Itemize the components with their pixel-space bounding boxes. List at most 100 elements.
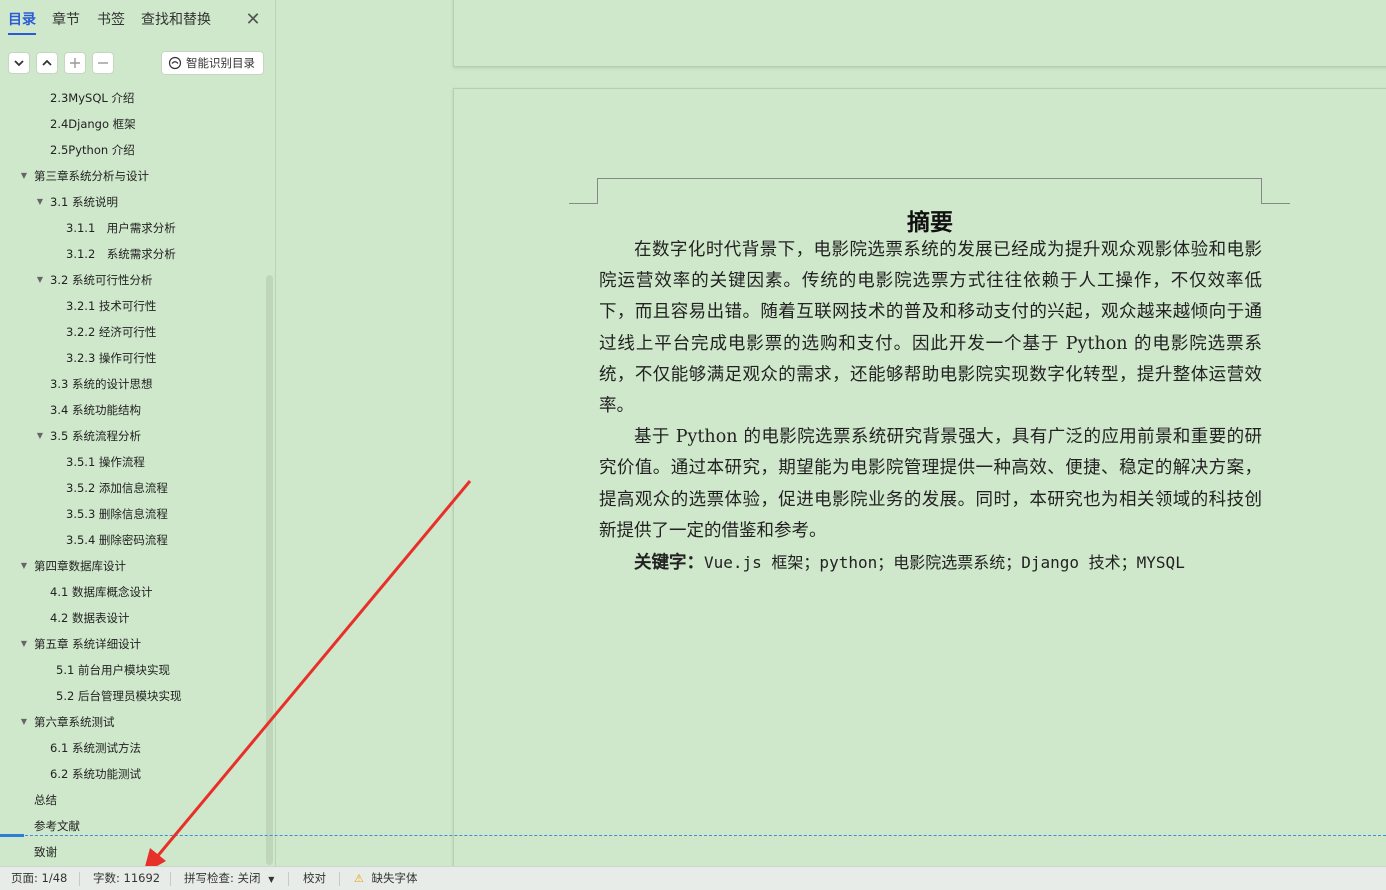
expand-arrow-icon[interactable]: ▼ [18,631,30,657]
expand-arrow-icon[interactable]: ▼ [18,709,30,735]
toc-item[interactable]: 3.5.4 删除密码流程 [0,527,266,553]
page-indicator[interactable]: 页面: 1/48 [11,867,67,890]
toc-scrollbar[interactable] [266,275,273,865]
toc-item-label: 总结 [34,793,57,807]
toc-item[interactable]: 3.2.2 经济可行性 [0,319,266,345]
toc-item-label: 3.5.1 操作流程 [66,455,145,469]
toc-item-label: 2.4Django 框架 [50,117,136,131]
toc-item[interactable]: ▼ 第四章数据库设计 [0,553,266,579]
expand-arrow-icon[interactable]: ▼ [18,553,30,579]
toc-item-label: 3.2 系统可行性分析 [50,273,153,287]
toc-item[interactable]: 2.4Django 框架 [0,111,266,137]
toc-item[interactable]: 4.1 数据库概念设计 [0,579,266,605]
nav-tabs: 目录 章节 书签 查找和替换 ✕ [0,0,276,42]
warning-icon: ⚠ [354,872,364,885]
smart-recognize-icon [168,56,182,70]
document-body[interactable]: 在数字化时代背景下，电影院选票系统的发展已经成为提升观众观影体验和电影院运营效率… [599,235,1262,579]
toc-item-label: 3.4 系统功能结构 [50,403,141,417]
toc-item-label: 3.2.1 技术可行性 [66,299,157,313]
toc-item-label: 第六章系统测试 [34,715,115,729]
expand-all-button[interactable] [8,52,30,74]
status-separator [288,872,289,886]
toc-item[interactable]: 3.1.1 用户需求分析 [0,215,266,241]
toc-item-label: 3.5.3 删除信息流程 [66,507,168,521]
smart-toc-button[interactable]: 智能识别目录 [161,51,264,75]
toc-item[interactable]: ▼ 3.1 系统说明 [0,189,266,215]
page-boundary-line [0,835,1386,836]
proofread-button[interactable]: 校对 [303,867,326,890]
missing-font-button[interactable]: ⚠ 缺失字体 [354,867,418,890]
page-corner-left [597,178,598,204]
abstract-title: 摘要 [907,210,953,236]
toc-item[interactable]: 2.3MySQL 介绍 [0,85,266,111]
toc-item[interactable]: 3.2.3 操作可行性 [0,345,266,371]
chevron-down-icon [14,60,24,67]
toc-item[interactable]: 总结 [0,787,266,813]
page-corner-right-h [1261,203,1290,204]
expand-arrow-icon[interactable]: ▼ [34,423,46,449]
toc-item-label: 3.5.4 删除密码流程 [66,533,168,547]
toc-item[interactable]: 3.1.2 系统需求分析 [0,241,266,267]
page-corner-right [1261,178,1262,204]
tab-chapters[interactable]: 章节 [52,10,80,30]
smart-toc-label: 智能识别目录 [186,56,255,70]
toc-item[interactable]: 4.2 数据表设计 [0,605,266,631]
toc-item-label: 2.5Python 介绍 [50,143,135,157]
toc-item-label: 第四章数据库设计 [34,559,126,573]
dropdown-arrow-icon: ▼ [268,875,275,884]
toc-item-label: 第五章 系统详细设计 [34,637,142,651]
toc-item-label: 3.5.2 添加信息流程 [66,481,168,495]
tab-toc[interactable]: 目录 [8,10,36,35]
toc-item-label: 6.2 系统功能测试 [50,767,141,781]
toc-item[interactable]: 3.2.1 技术可行性 [0,293,266,319]
expand-arrow-icon[interactable]: ▼ [34,189,46,215]
toc-item[interactable]: ▼ 第五章 系统详细设计 [0,631,266,657]
add-heading-button[interactable] [64,52,86,74]
toc-item[interactable]: ▼ 3.2 系统可行性分析 [0,267,266,293]
status-separator [339,872,340,886]
toc-item[interactable]: ▼ 3.5 系统流程分析 [0,423,266,449]
tab-find-replace[interactable]: 查找和替换 [141,10,211,30]
expand-arrow-icon[interactable]: ▼ [18,163,30,189]
plus-icon [70,58,80,68]
spell-check-label: 拼写检查: 关闭 [184,871,261,885]
keywords-label: 关键字： [634,553,704,574]
toc-item[interactable]: 3.3 系统的设计思想 [0,371,266,397]
toc-item-label: 致谢 [34,845,57,859]
toc-item-label: 3.2.3 操作可行性 [66,351,157,365]
keywords-line: 关键字：Vue.js 框架；python；电影院选票系统；Django 技术；M… [599,547,1262,579]
toc-item[interactable]: 6.2 系统功能测试 [0,761,266,787]
toc-item[interactable]: 3.5.1 操作流程 [0,449,266,475]
spell-check-toggle[interactable]: 拼写检查: 关闭 ▼ [184,867,274,890]
chevron-up-icon [42,59,52,66]
remove-heading-button[interactable] [92,52,114,74]
toc-item[interactable]: 6.1 系统测试方法 [0,735,266,761]
tab-bookmarks[interactable]: 书签 [97,10,125,30]
toc-item[interactable]: ▼ 第六章系统测试 [0,709,266,735]
close-icon[interactable]: ✕ [243,10,263,30]
toc-item-label: 3.1.1 用户需求分析 [66,221,176,235]
toc-item[interactable]: 3.5.2 添加信息流程 [0,475,266,501]
toc-item-label: 5.1 前台用户模块实现 [56,663,170,677]
navigation-panel: 目录 章节 书签 查找和替换 ✕ 智能识别目录 2.3MySQL 介绍 2.4Dj… [0,0,276,866]
page-boundary-marker [0,834,24,837]
toc-item-label: 3.1 系统说明 [50,195,118,209]
keywords-text: Vue.js 框架；python；电影院选票系统；Django 技术；MYSQL [704,553,1185,573]
toc-item[interactable]: 3.5.3 删除信息流程 [0,501,266,527]
toc-item[interactable]: 致谢 [0,839,266,865]
toc-item[interactable]: 3.4 系统功能结构 [0,397,266,423]
toc-item[interactable]: ▼ 第三章系统分析与设计 [0,163,266,189]
minus-icon [98,62,108,64]
toc-item[interactable]: 2.5Python 介绍 [0,137,266,163]
status-separator [170,872,171,886]
expand-arrow-icon[interactable]: ▼ [34,267,46,293]
toc-item[interactable]: 5.2 后台管理员模块实现 [0,683,266,709]
word-count[interactable]: 字数: 11692 [93,867,160,890]
toc-item-label: 2.3MySQL 介绍 [50,91,135,105]
collapse-all-button[interactable] [36,52,58,74]
toc-item-label: 5.2 后台管理员模块实现 [56,689,182,703]
toc-item-label: 第三章系统分析与设计 [34,169,149,183]
abstract-paragraph-2: 基于 Python 的电影院选票系统研究背景强大，具有广泛的应用前景和重要的研究… [599,427,1262,541]
toc-item[interactable]: 5.1 前台用户模块实现 [0,657,266,683]
toc-item-label: 3.1.2 系统需求分析 [66,247,176,261]
